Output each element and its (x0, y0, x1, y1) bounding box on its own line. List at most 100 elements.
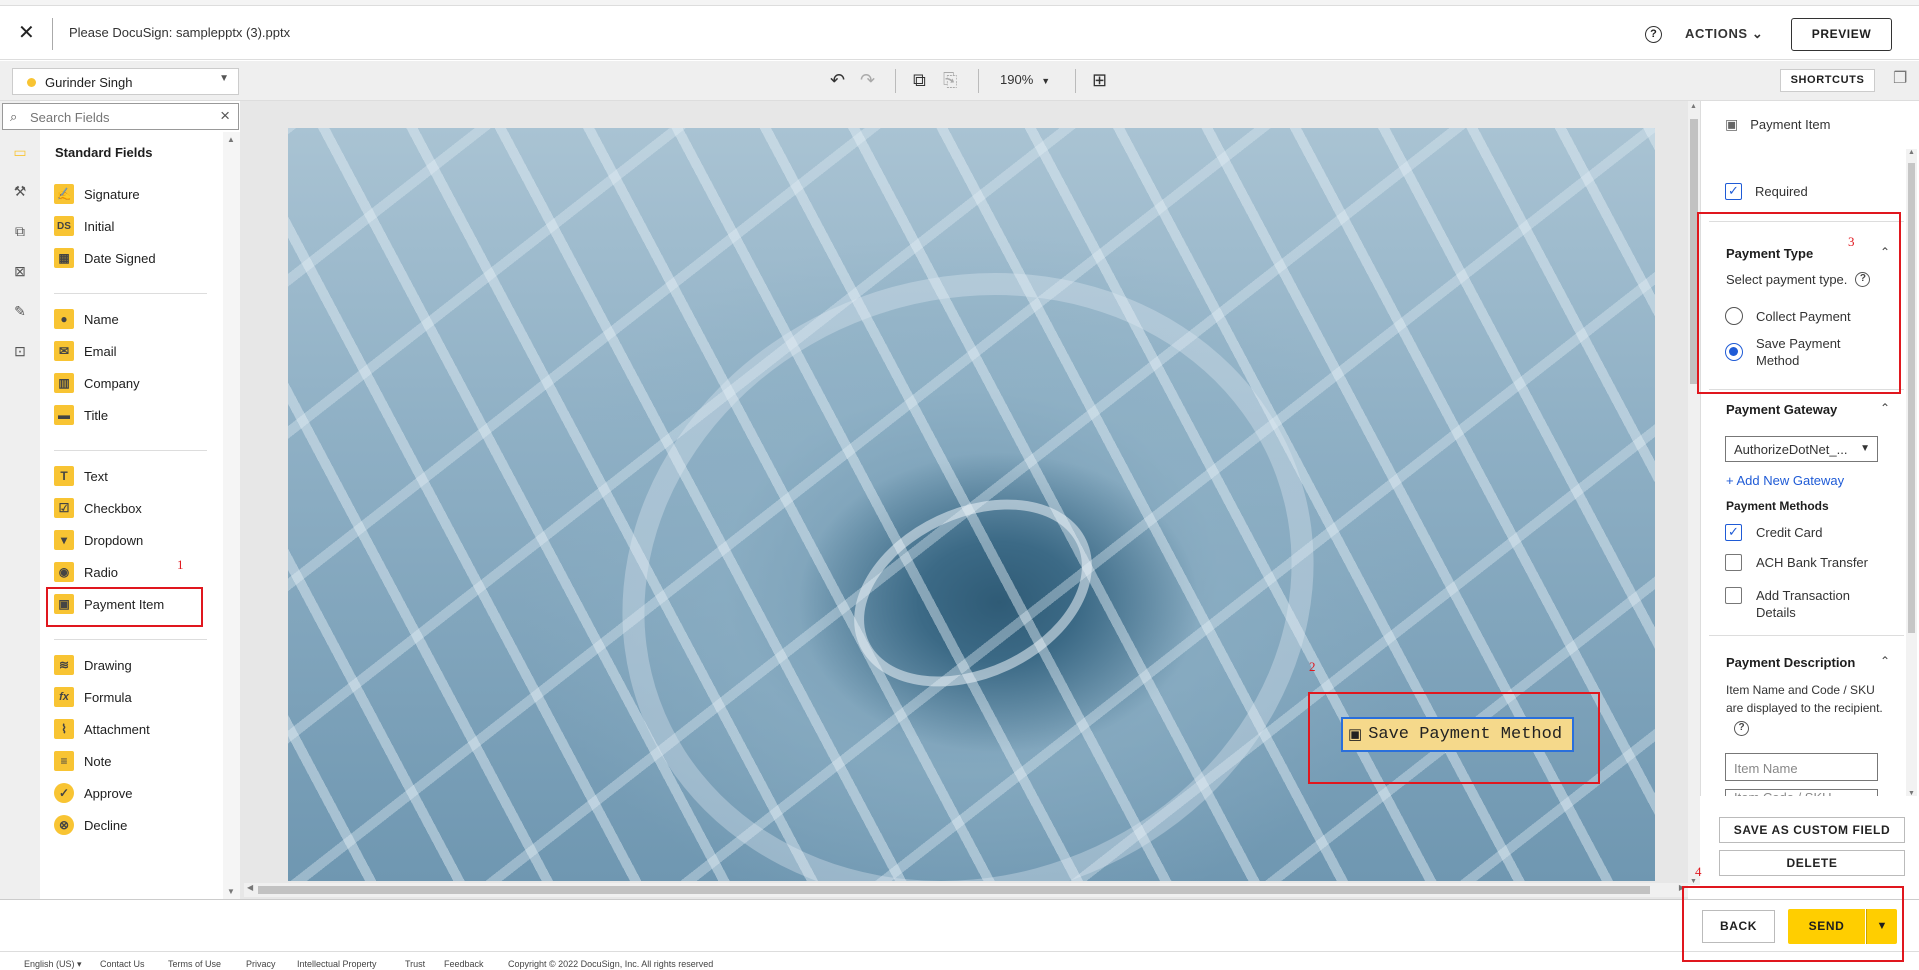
search-input[interactable] (30, 108, 210, 126)
field-text[interactable]: T Text (54, 465, 108, 487)
checkbox-icon: ☑ (54, 498, 74, 518)
method-add-transaction-details[interactable]: Add Transaction Details (1725, 587, 1885, 621)
preview-button[interactable]: PREVIEW (1791, 18, 1892, 51)
footer-link-privacy[interactable]: Privacy (246, 959, 276, 969)
delete-button[interactable]: DELETE (1719, 850, 1905, 876)
radio-button-selected[interactable] (1725, 343, 1743, 361)
undo-icon[interactable]: ↶ (830, 70, 845, 90)
footer-link-trust[interactable]: Trust (405, 959, 425, 969)
field-dropdown[interactable]: ▾ Dropdown (54, 529, 143, 551)
scrollbar-thumb[interactable] (1690, 119, 1698, 384)
scroll-up-icon[interactable]: ▲ (1908, 149, 1915, 156)
send-options-caret-icon[interactable]: ▼ (1866, 909, 1897, 944)
field-label: Text (84, 468, 108, 484)
tools-icon[interactable]: ⚒ (10, 183, 30, 201)
field-approve[interactable]: ✓ Approve (54, 782, 132, 804)
footer-link-ip[interactable]: Intellectual Property (297, 959, 377, 969)
field-decline[interactable]: ⊗ Decline (54, 814, 127, 836)
scroll-right-icon[interactable]: ▶ (1679, 883, 1685, 892)
checkbox[interactable] (1725, 587, 1742, 604)
page-footer: English (US) ▾ Contact Us Terms of Use P… (0, 951, 1919, 970)
zoom-select[interactable]: 190% ▼ (1000, 72, 1050, 87)
scrollbar-thumb[interactable] (258, 886, 1650, 894)
footer-copyright: Copyright © 2022 DocuSign, Inc. All righ… (508, 959, 714, 969)
close-icon[interactable]: ✕ (18, 23, 35, 43)
scroll-left-icon[interactable]: ◀ (247, 883, 253, 892)
scroll-up-icon[interactable]: ▲ (1690, 103, 1697, 110)
document-canvas[interactable]: ▣ Save Payment Method (240, 101, 1688, 899)
recipient-select[interactable]: Gurinder Singh ▼ (12, 68, 239, 95)
document-page[interactable] (288, 128, 1655, 881)
required-label: Required (1755, 184, 1808, 199)
paste-icon[interactable]: ⎘ (943, 70, 957, 90)
field-formula[interactable]: fx Formula (54, 686, 132, 708)
field-label: Approve (84, 785, 133, 801)
footer-link-terms[interactable]: Terms of Use (168, 959, 221, 969)
field-drawing[interactable]: ≋ Drawing (54, 654, 132, 676)
footer-link-feedback[interactable]: Feedback (444, 959, 484, 969)
radio-collect-payment[interactable]: Collect Payment (1725, 307, 1851, 325)
radio-save-payment-method[interactable]: Save Payment Method (1725, 335, 1875, 369)
section-divider (1709, 221, 1904, 222)
field-radio[interactable]: ◉ Radio (54, 561, 118, 583)
canvas-vertical-scrollbar[interactable]: ▲ ▼ (1688, 101, 1700, 885)
gateway-select[interactable]: AuthorizeDotNet_... ▼ (1725, 436, 1878, 462)
help-icon[interactable]: ? (1734, 721, 1749, 736)
template-icon[interactable]: ⊡ (10, 343, 30, 361)
redo-icon[interactable]: ↷ (860, 70, 875, 90)
header-divider (52, 18, 53, 50)
field-company[interactable]: ▥ Company (54, 372, 140, 394)
scroll-down-icon[interactable]: ▼ (227, 887, 235, 896)
add-new-gateway-link[interactable]: + Add New Gateway (1726, 473, 1844, 488)
document-title: Please DocuSign: samplepptx (3).pptx (69, 25, 291, 40)
field-title[interactable]: ▬ Title (54, 404, 108, 426)
language-select[interactable]: English (US) ▾ (24, 959, 82, 970)
footer-link-contact[interactable]: Contact Us (100, 959, 145, 969)
actions-menu-button[interactable]: ACTIONS ⌄ (1685, 26, 1763, 42)
method-credit-card[interactable]: ✓ Credit Card (1725, 524, 1822, 541)
item-name-input[interactable]: Item Name (1725, 753, 1878, 781)
field-checkbox[interactable]: ☑ Checkbox (54, 497, 142, 519)
radio-button[interactable] (1725, 307, 1743, 325)
checkbox[interactable] (1725, 554, 1742, 571)
field-signature[interactable]: ✍ Signature (54, 183, 140, 205)
scrollbar-thumb[interactable] (1908, 163, 1915, 633)
field-payment-item[interactable]: ▣ Payment Item (54, 593, 164, 615)
field-label: Attachment (84, 721, 150, 737)
help-icon[interactable]: ? (1855, 272, 1871, 287)
copy-icon[interactable]: ⧉ (913, 70, 926, 90)
pen-icon[interactable]: ✎ (10, 303, 30, 321)
field-attachment[interactable]: ⌇ Attachment (54, 718, 150, 740)
payment-field-tag[interactable]: ▣ Save Payment Method (1341, 717, 1574, 752)
field-initial[interactable]: DS Initial (54, 215, 114, 237)
required-checkbox-row[interactable]: ✓ Required (1725, 183, 1808, 200)
send-button[interactable]: SEND (1788, 909, 1865, 944)
shortcuts-button[interactable]: SHORTCUTS (1780, 69, 1875, 92)
smart-fields-icon[interactable]: ⊠ (10, 263, 30, 281)
method-ach-bank-transfer[interactable]: ACH Bank Transfer (1725, 554, 1868, 571)
properties-scrollbar[interactable]: ▲ ▼ (1906, 149, 1917, 797)
scroll-up-icon[interactable]: ▲ (227, 135, 235, 144)
help-icon[interactable]: ? (1645, 26, 1662, 43)
search-field-box: ⌕ × (2, 103, 239, 130)
save-as-custom-field-button[interactable]: SAVE AS CUSTOM FIELD (1719, 817, 1905, 843)
search-icon: ⌕ (10, 109, 18, 124)
chevron-down-icon: ⌄ (1751, 26, 1764, 41)
collapse-caret-icon[interactable]: ⌃ (1880, 401, 1890, 415)
checkbox-checked[interactable]: ✓ (1725, 524, 1742, 541)
field-date-signed[interactable]: ▦ Date Signed (54, 247, 156, 269)
stack-icon[interactable]: ⧉ (10, 223, 30, 241)
back-button[interactable]: BACK (1702, 910, 1775, 943)
clear-search-icon[interactable]: × (220, 106, 230, 126)
collapse-caret-icon[interactable]: ⌃ (1880, 654, 1890, 668)
required-checkbox[interactable]: ✓ (1725, 183, 1742, 200)
pages-icon[interactable]: ❐ (1893, 69, 1907, 89)
field-email[interactable]: ✉ Email (54, 340, 117, 362)
canvas-horizontal-scrollbar[interactable]: ◀ ▶ (244, 883, 1688, 897)
standard-fields-icon[interactable]: ▭ (10, 144, 30, 162)
add-comment-icon[interactable]: ⊞ (1092, 70, 1107, 90)
fields-panel-scrollbar[interactable]: ▲ ▼ (223, 132, 240, 899)
collapse-caret-icon[interactable]: ⌃ (1880, 245, 1890, 259)
field-name[interactable]: ● Name (54, 308, 119, 330)
field-note[interactable]: ≡ Note (54, 750, 111, 772)
